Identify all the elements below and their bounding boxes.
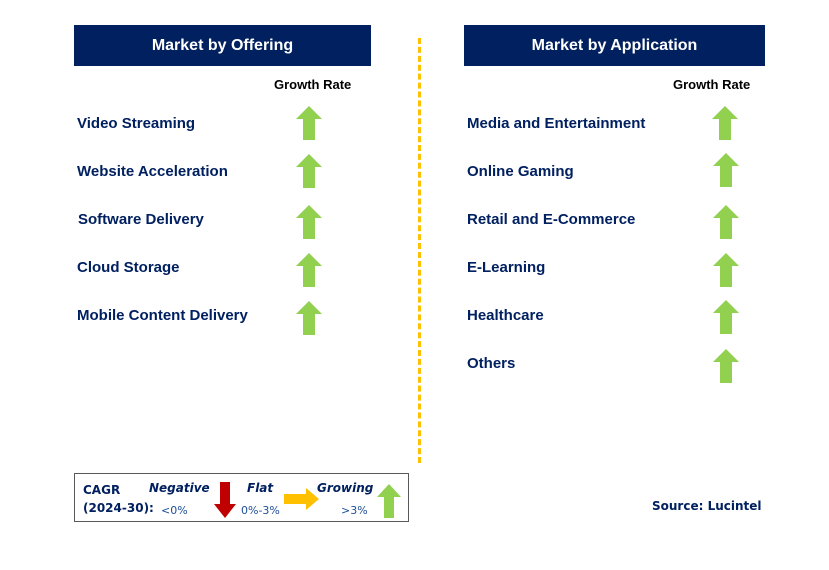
panel-divider (418, 38, 421, 463)
offering-item-cloud-storage: Cloud Storage (77, 259, 180, 276)
legend-flat-range: 0%-3% (241, 504, 280, 517)
application-growth-rate-header: Growth Rate (673, 77, 751, 92)
cagr-legend: CAGR (2024-30): Negative <0% Flat 0%-3% … (74, 473, 409, 522)
offering-growth-rate-header: Growth Rate (274, 77, 352, 92)
growth-up-arrow-icon (296, 154, 322, 188)
growth-up-arrow-icon (296, 253, 322, 287)
growth-up-arrow-icon (713, 153, 739, 187)
arrow-right-icon (284, 488, 319, 510)
arrow-up-icon (377, 484, 401, 518)
application-item-retail-and-e-commerce: Retail and E-Commerce (467, 211, 636, 228)
growth-up-arrow-icon (713, 253, 739, 287)
legend-period-label: (2024-30): (83, 501, 154, 515)
growth-up-arrow-icon (712, 106, 738, 140)
offering-panel-title: Market by Offering (74, 25, 371, 66)
legend-growing-label: Growing (317, 481, 374, 495)
offering-item-video-streaming: Video Streaming (77, 115, 196, 132)
offering-item-software-delivery: Software Delivery (78, 211, 204, 228)
offering-item-mobile-content-delivery: Mobile Content Delivery (77, 307, 248, 324)
application-item-others: Others (467, 355, 516, 372)
legend-growing-range: >3% (341, 504, 368, 517)
growth-up-arrow-icon (296, 205, 322, 239)
application-item-healthcare: Healthcare (467, 307, 544, 324)
legend-negative-range: <0% (161, 504, 188, 517)
growth-up-arrow-icon (713, 205, 739, 239)
application-item-media-and-entertainment: Media and Entertainment (467, 115, 646, 132)
application-item-online-gaming: Online Gaming (467, 163, 574, 180)
growth-up-arrow-icon (296, 106, 322, 140)
legend-flat-label: Flat (247, 481, 274, 495)
application-item-e-learning: E-Learning (467, 259, 546, 276)
legend-cagr-label: CAGR (83, 483, 121, 497)
arrow-down-icon (214, 482, 236, 518)
source-label: Source: Lucintel (652, 499, 762, 513)
legend-negative-label: Negative (149, 481, 210, 495)
growth-up-arrow-icon (296, 301, 322, 335)
application-panel-title: Market by Application (464, 25, 765, 66)
growth-up-arrow-icon (713, 300, 739, 334)
offering-item-website-acceleration: Website Acceleration (77, 163, 228, 180)
growth-up-arrow-icon (713, 349, 739, 383)
